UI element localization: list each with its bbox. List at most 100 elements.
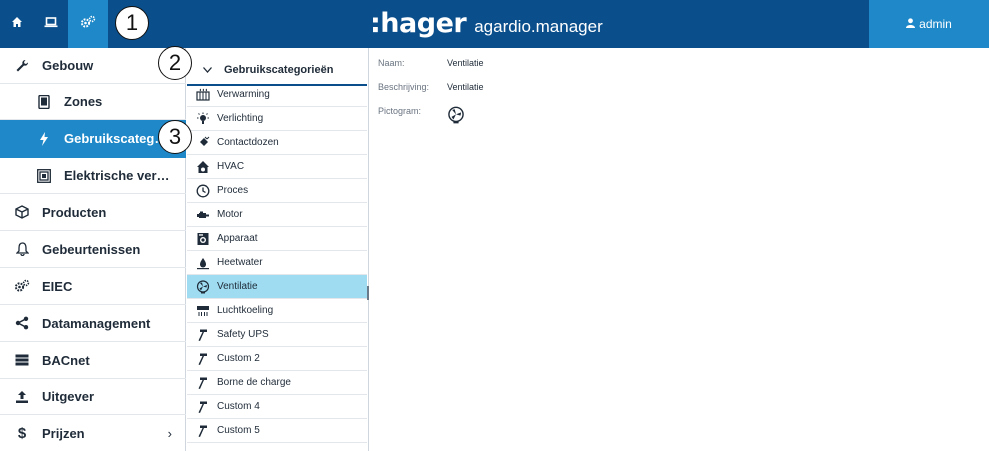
nav-item-eiec[interactable]: EIEC [0, 268, 186, 305]
detail-row-name: Naam: Ventilatie [378, 58, 678, 72]
nav-label: Uitgever [42, 389, 95, 404]
chevron-right-icon: › [167, 425, 172, 441]
nav-item-uitgever[interactable]: Uitgever [0, 379, 186, 415]
category-item-verlichting[interactable]: Verlichting [187, 107, 367, 131]
bell-icon [8, 242, 36, 256]
description-value: Ventilatie [447, 82, 484, 92]
category-item-custom-2[interactable]: Custom 2 [187, 347, 367, 371]
home-tab[interactable] [0, 0, 34, 48]
nav-label: Prijzen [42, 425, 85, 441]
laptop-icon [44, 15, 58, 33]
user-name: admin [919, 17, 952, 31]
callout-1: 1 [115, 6, 149, 40]
appliance-icon [195, 231, 211, 247]
category-label: Custom 4 [217, 401, 260, 412]
category-label: Motor [217, 209, 243, 220]
category-item-hvac[interactable]: HVAC [187, 155, 367, 179]
category-label: Safety UPS [217, 329, 269, 340]
home-icon [11, 15, 23, 33]
drop-icon [195, 255, 211, 271]
nav-item-gebeurtenissen[interactable]: Gebeurtenissen [0, 231, 186, 268]
nav-label: Datamanagement [42, 315, 151, 331]
list-scrollbar[interactable] [367, 286, 369, 300]
tablet-icon [30, 94, 58, 109]
aircon-icon [195, 303, 211, 319]
nav-item-datamanagement[interactable]: Datamanagement [0, 305, 186, 342]
dollar-icon: $ [17, 424, 27, 442]
cogs-icon [8, 279, 36, 293]
name-value: Ventilatie [447, 58, 484, 68]
nav-item-bacnet[interactable]: BACnet [0, 342, 186, 379]
category-label: Contactdozen [217, 137, 279, 148]
name-label: Naam: [378, 58, 405, 68]
nav-item-zones[interactable]: Zones [0, 84, 186, 120]
fan-icon [195, 279, 211, 295]
chevron-down-icon [203, 64, 212, 76]
hammer-icon [195, 399, 211, 415]
category-item-borne-de-charge[interactable]: Borne de charge [187, 371, 367, 395]
hammer-icon [195, 375, 211, 391]
category-item-safety-ups[interactable]: Safety UPS [187, 323, 367, 347]
category-item-custom-4[interactable]: Custom 4 [187, 395, 367, 419]
category-label: Proces [217, 185, 249, 196]
product-name: agardio.manager [474, 17, 603, 36]
nav-item-elektrische-verdeling[interactable]: Elektrische ver… [0, 158, 186, 194]
hammer-icon [195, 423, 211, 439]
hager-logo: :hager [370, 8, 467, 39]
category-label: Heetwater [217, 257, 263, 268]
category-label: Apparaat [217, 233, 258, 244]
motor-icon [195, 207, 211, 223]
category-item-verwarming[interactable]: Verwarming [187, 83, 367, 107]
nav-label: Gebeurtenissen [42, 241, 141, 257]
nav-label: Producten [42, 204, 107, 220]
category-label: Luchtkoeling [217, 305, 274, 316]
category-item-proces[interactable]: Proces [187, 179, 367, 203]
category-label: Borne de charge [217, 377, 291, 388]
category-label: Custom 5 [217, 425, 260, 436]
category-list: Gebruikscategorieën Verwarming Verlichti… [187, 48, 369, 451]
category-item-heetwater[interactable]: Heetwater [187, 251, 367, 275]
plug-icon [195, 135, 211, 151]
user-menu-button[interactable]: admin [869, 0, 989, 48]
category-label: Custom 2 [217, 353, 260, 364]
category-item-contactdozen[interactable]: Contactdozen [187, 131, 367, 155]
description-label: Beschrijving: [378, 82, 430, 92]
detail-row-description: Beschrijving: Ventilatie [378, 82, 678, 96]
pictogram-label: Pictogram: [378, 106, 422, 116]
nav-label: EIEC [42, 278, 73, 294]
hammer-icon [195, 327, 211, 343]
panel-icon [30, 168, 58, 183]
category-label: Ventilatie [217, 281, 258, 292]
category-label: Verlichting [217, 113, 264, 124]
bulb-icon [195, 111, 211, 127]
bolt-icon [30, 131, 58, 146]
category-item-apparaat[interactable]: Apparaat [187, 227, 367, 251]
category-label: Verwarming [217, 89, 270, 100]
detail-row-pictogram: Pictogram: [378, 106, 678, 130]
settings-tab[interactable] [68, 0, 108, 48]
nav-label: Gebruikscateg… [64, 131, 168, 146]
radiator-icon [195, 87, 211, 103]
category-item-custom-5[interactable]: Custom 5 [187, 419, 367, 443]
house-icon [195, 159, 211, 175]
category-item-luchtkoeling[interactable]: Luchtkoeling [187, 299, 367, 323]
category-item-motor[interactable]: Motor [187, 203, 367, 227]
nav-label: Gebouw [42, 58, 94, 73]
callout-2: 2 [158, 46, 192, 80]
fan-icon [447, 106, 465, 130]
user-icon [906, 17, 916, 31]
hammer-icon [195, 351, 211, 367]
brand: :hager agardio.manager [370, 8, 603, 42]
category-list-header[interactable]: Gebruikscategorieën [187, 56, 367, 86]
laptop-tab[interactable] [34, 0, 68, 48]
callout-3: 3 [158, 120, 192, 154]
upload-icon [8, 390, 36, 404]
nav-label: Elektrische ver… [64, 168, 170, 183]
nav-item-producten[interactable]: Producten [0, 194, 186, 231]
cogs-icon [80, 15, 96, 34]
nav-item-prijzen[interactable]: $ Prijzen › [0, 415, 186, 451]
nav-label: BACnet [42, 352, 90, 368]
cube-icon [8, 205, 36, 219]
top-tabs [0, 0, 108, 48]
category-item-ventilatie[interactable]: Ventilatie [187, 275, 367, 299]
